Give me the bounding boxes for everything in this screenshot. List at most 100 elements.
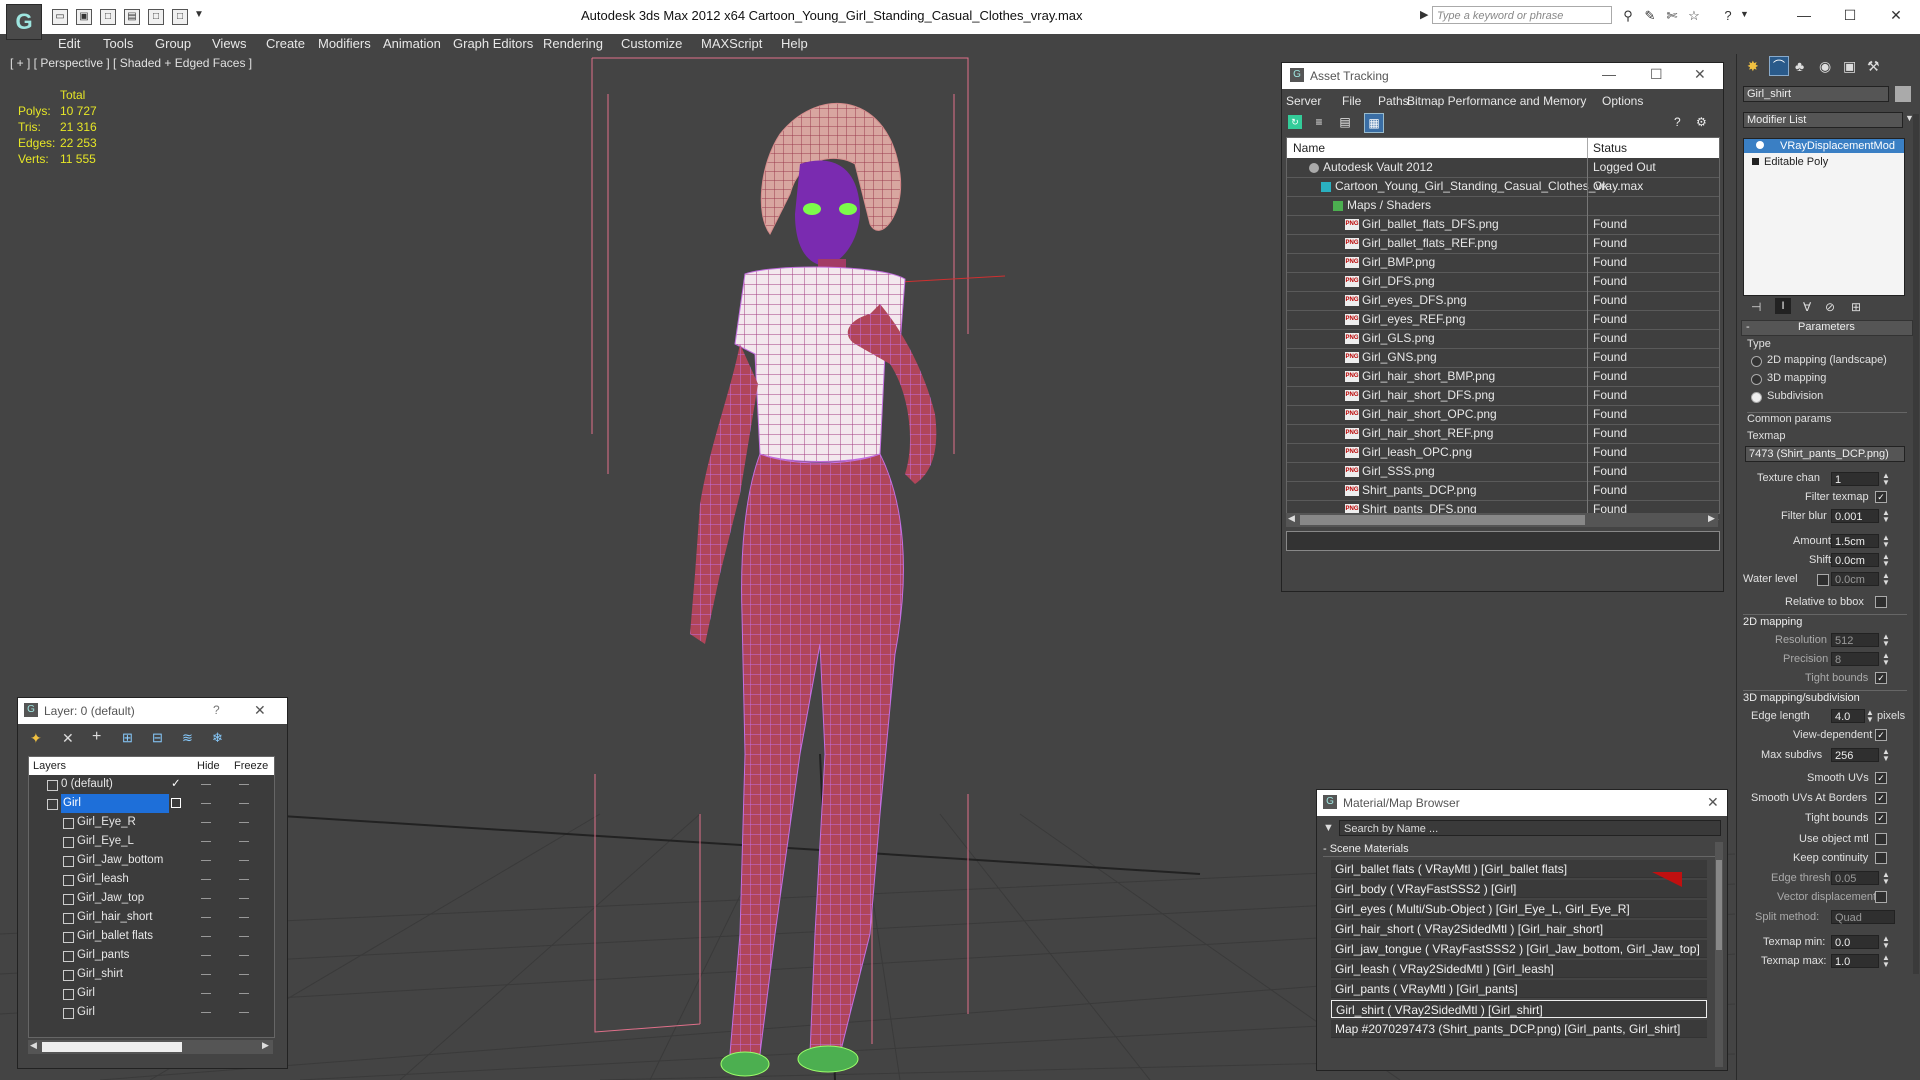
menu-graph-editors[interactable]: Graph Editors	[453, 34, 533, 54]
layer-freeze-toggle[interactable]	[239, 841, 249, 842]
asset-row[interactable]: PNG Girl_GNS.png Found	[1287, 348, 1719, 368]
layer-name[interactable]: Girl_hair_short	[77, 908, 152, 927]
layer-freeze-toggle[interactable]	[239, 955, 249, 956]
asset-minimize-button[interactable]: —	[1602, 66, 1616, 82]
layer-name[interactable]: 0 (default)	[61, 775, 113, 794]
material-row[interactable]: Girl_body ( VRayFastSSS2 ) [Girl]	[1331, 880, 1707, 898]
scroll-right-icon[interactable]: ▶	[1708, 513, 1715, 524]
create-tab-icon[interactable]: ✸	[1747, 58, 1759, 75]
layer-hscroll-thumb[interactable]	[42, 1042, 182, 1052]
asset-row[interactable]: Autodesk Vault 2012 Logged Out	[1287, 158, 1719, 178]
radio-2d-mapping[interactable]	[1751, 356, 1762, 367]
hierarchy-tab-icon[interactable]: ♣	[1795, 58, 1804, 74]
layer-hide-toggle[interactable]	[201, 879, 211, 880]
filter-blur-input[interactable]: 0.001	[1831, 509, 1879, 523]
layer-window-titlebar[interactable]: G Layer: 0 (default) ? ✕	[18, 698, 287, 724]
layer-row[interactable]: Girl_Jaw_top	[29, 889, 274, 908]
scene-materials-group[interactable]: - Scene Materials	[1323, 842, 1717, 857]
asset-hscrollbar[interactable]: ◀ ▶	[1286, 513, 1718, 527]
asset-maximize-button[interactable]: ☐	[1650, 66, 1663, 83]
asset-row[interactable]: PNG Girl_DFS.png Found	[1287, 272, 1719, 292]
layer-hide-toggle[interactable]	[201, 841, 211, 842]
layer-hide-toggle[interactable]	[201, 936, 211, 937]
texmap-min-input[interactable]: 0.0	[1831, 935, 1879, 949]
detail-view-icon[interactable]: ▤	[1338, 115, 1352, 129]
layer-name[interactable]: Girl	[77, 984, 95, 1003]
object-color-swatch[interactable]	[1895, 86, 1911, 102]
motion-tab-icon[interactable]: ◉	[1819, 58, 1831, 75]
undo-icon[interactable]: □	[148, 9, 164, 25]
material-row[interactable]: Girl_pants ( VRayMtl ) [Girl_pants]	[1331, 980, 1707, 998]
add-to-layer-icon[interactable]: +	[92, 728, 101, 746]
menu-animation[interactable]: Animation	[383, 34, 441, 54]
highlight-layer-icon[interactable]: ⊟	[152, 730, 163, 746]
material-search-input[interactable]: Search by Name ...	[1339, 820, 1721, 836]
asset-settings-icon[interactable]: ⚙	[1696, 115, 1707, 129]
command-panel-scrollbar[interactable]	[1913, 114, 1919, 974]
favorites-star-icon[interactable]: ☆	[1686, 8, 1702, 24]
show-end-result-icon[interactable]: I	[1775, 298, 1791, 314]
stack-item-editable-poly[interactable]: Editable Poly	[1744, 155, 1904, 169]
close-button[interactable]: ✕	[1879, 4, 1913, 26]
asset-row[interactable]: PNG Shirt_pants_DCP.png Found	[1287, 481, 1719, 501]
asset-menu-bitmap-performance[interactable]: Bitmap Performance and Memory	[1407, 94, 1586, 108]
asset-row[interactable]: Maps / Shaders	[1287, 196, 1719, 216]
pin-stack-icon[interactable]: ⊣	[1751, 300, 1761, 314]
delete-layer-icon[interactable]: ✕	[62, 730, 74, 747]
view-dependent-checkbox[interactable]: ✓	[1875, 729, 1887, 741]
asset-row[interactable]: PNG Girl_eyes_REF.png Found	[1287, 310, 1719, 330]
asset-row[interactable]: PNG Girl_ballet_flats_DFS.png Found	[1287, 215, 1719, 235]
layer-freeze-toggle[interactable]	[239, 784, 249, 785]
asset-menu-server[interactable]: Server	[1286, 94, 1321, 108]
layer-row[interactable]: Girl_shirt	[29, 965, 274, 984]
asset-row[interactable]: PNG Girl_ballet_flats_REF.png Found	[1287, 234, 1719, 254]
layer-hide-toggle[interactable]	[201, 822, 211, 823]
current-layer-check-icon[interactable]: ✓	[171, 775, 181, 794]
radio-subdivision[interactable]	[1751, 392, 1762, 403]
material-browser-titlebar[interactable]: G Material/Map Browser ✕	[1317, 790, 1727, 816]
maximize-button[interactable]: ☐	[1833, 4, 1867, 26]
column-layers-header[interactable]: Layers	[33, 757, 66, 775]
material-vscroll-thumb[interactable]	[1716, 860, 1722, 950]
layer-name[interactable]: Girl	[77, 1003, 95, 1022]
smooth-uvs-checkbox[interactable]: ✓	[1875, 772, 1887, 784]
material-row[interactable]: Girl_shirt ( VRay2SidedMtl ) [Girl_shirt…	[1331, 1000, 1707, 1018]
menu-help[interactable]: Help	[781, 34, 808, 54]
parameters-rollout-header[interactable]: - Parameters	[1741, 320, 1913, 336]
refresh-icon[interactable]: ↻	[1288, 115, 1302, 129]
search-expand-icon[interactable]: ▶	[1420, 8, 1428, 21]
asset-menu-paths[interactable]: Paths	[1378, 94, 1409, 108]
utilities-tab-icon[interactable]: ⚒	[1867, 58, 1880, 75]
menu-maxscript[interactable]: MAXScript	[701, 34, 762, 54]
layer-row[interactable]: Girl	[29, 1003, 274, 1022]
edge-thresh-spinner[interactable]: ▲ ▼	[1881, 871, 1891, 886]
column-hide-header[interactable]: Hide	[197, 757, 220, 775]
hold-icon[interactable]: ▤	[124, 9, 140, 25]
keep-continuity-checkbox[interactable]	[1875, 852, 1887, 864]
water-level-spinner[interactable]: ▲ ▼	[1881, 572, 1891, 587]
menu-group[interactable]: Group	[155, 34, 191, 54]
layer-row[interactable]: Girl	[29, 794, 274, 813]
water-level-checkbox[interactable]	[1817, 574, 1829, 586]
asset-row[interactable]: PNG Girl_hair_short_DFS.png Found	[1287, 386, 1719, 406]
layer-name[interactable]: Girl_leash	[77, 870, 129, 889]
menu-rendering[interactable]: Rendering	[543, 34, 603, 54]
material-row[interactable]: Girl_leash ( VRay2SidedMtl ) [Girl_leash…	[1331, 960, 1707, 978]
stack-item-vraydisplacementmod[interactable]: VRayDisplacementMod	[1744, 139, 1904, 153]
texmap-max-spinner[interactable]: ▲ ▼	[1881, 954, 1891, 969]
asset-row[interactable]: PNG Girl_GLS.png Found	[1287, 329, 1719, 349]
max-subdivs-input[interactable]: 256	[1831, 748, 1879, 762]
shift-spinner[interactable]: ▲ ▼	[1881, 553, 1891, 568]
layer-hide-toggle[interactable]	[201, 917, 211, 918]
layer-name[interactable]: Girl_Eye_R	[77, 813, 136, 832]
column-freeze-header[interactable]: Freeze	[234, 757, 268, 775]
layer-freeze-toggle[interactable]	[239, 993, 249, 994]
menu-customize[interactable]: Customize	[621, 34, 682, 54]
layer-hide-toggle[interactable]	[201, 993, 211, 994]
layer-name[interactable]: Girl_shirt	[77, 965, 123, 984]
use-object-mtl-checkbox[interactable]	[1875, 833, 1887, 845]
display-tab-icon[interactable]: ▣	[1843, 58, 1856, 75]
layer-hscrollbar[interactable]: ◀ ▶	[28, 1040, 273, 1054]
list-view-icon[interactable]: ≡	[1312, 115, 1326, 129]
menu-modifiers[interactable]: Modifiers	[318, 34, 371, 54]
